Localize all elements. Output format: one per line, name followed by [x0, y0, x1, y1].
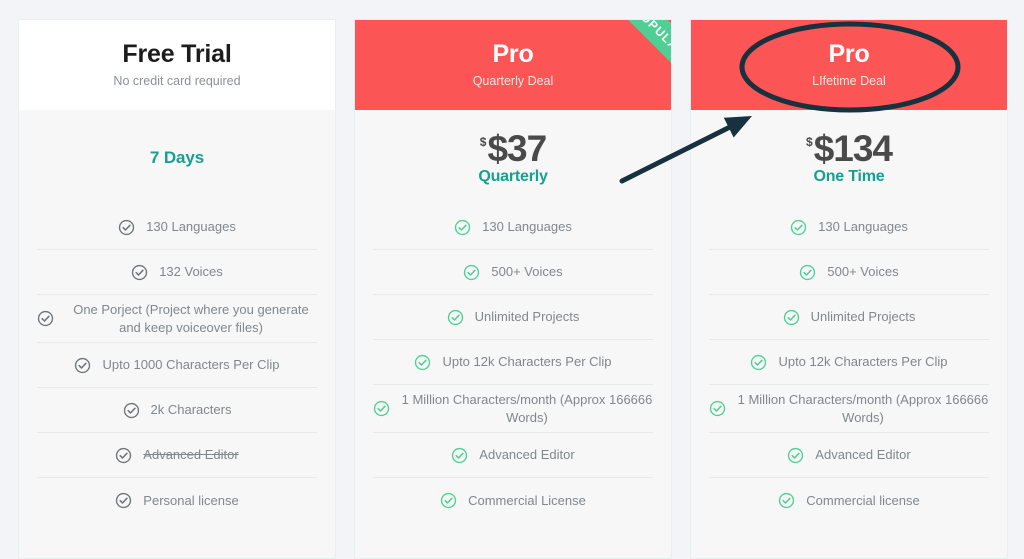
check-circle-icon — [464, 264, 480, 280]
feature-item: Upto 12k Characters Per Clip — [373, 340, 653, 385]
plan-subtitle: LIfetime Deal — [812, 74, 886, 89]
feature-label: Unlimited Projects — [810, 309, 916, 325]
feature-item: Unlimited Projects — [709, 295, 989, 340]
price-amount: $37 — [487, 127, 547, 169]
check-circle-icon — [119, 219, 135, 235]
feature-item: Commercial License — [373, 478, 653, 523]
feature-label: 2k Characters — [150, 402, 232, 418]
check-circle-icon — [37, 310, 54, 327]
feature-list-pro-lifetime: 130 Languages 500+ Voices Unlimited Proj… — [691, 205, 1007, 523]
feature-item: Commercial license — [709, 478, 989, 523]
card-header-pro-quarterly: Pro Quarterly Deal POPULAR — [355, 20, 671, 110]
check-circle-icon — [415, 354, 431, 370]
feature-label: 130 Languages — [146, 219, 236, 235]
feature-label: 132 Voices — [159, 264, 223, 280]
feature-label: 500+ Voices — [827, 264, 899, 280]
pricing-board: Free Trial No credit card required 7 Day… — [0, 0, 1024, 559]
plan-subtitle: Quarterly Deal — [472, 74, 554, 89]
price-row: $ $37 — [479, 127, 547, 169]
plan-title: Free Trial — [122, 39, 232, 68]
feature-item: Advanced Editor — [373, 433, 653, 479]
currency-symbol: $ — [479, 134, 487, 149]
feature-item: Unlimited Projects — [373, 295, 653, 340]
check-circle-icon — [116, 492, 132, 509]
check-circle-icon — [447, 309, 463, 325]
feature-label: Commercial license — [806, 492, 920, 508]
popular-ribbon-label: POPULAR — [631, 20, 671, 61]
billing-period: One Time — [813, 167, 885, 185]
feature-item: 132 Voices — [37, 250, 317, 295]
check-circle-icon — [751, 354, 767, 370]
check-circle-icon — [779, 492, 795, 509]
check-circle-icon — [709, 400, 726, 417]
feature-label: 500+ Voices — [491, 264, 563, 280]
feature-list-free-trial: 130 Languages 132 Voices One Porject (Pr… — [19, 205, 335, 523]
feature-item: 2k Characters — [37, 388, 317, 434]
feature-item: 500+ Voices — [709, 250, 989, 295]
feature-item: One Porject (Project where you generate … — [37, 295, 317, 344]
check-circle-icon — [75, 357, 91, 373]
feature-label: Upto 12k Characters Per Clip — [778, 354, 948, 370]
price-zone: $ $37 Quarterly — [355, 110, 671, 205]
check-circle-icon — [788, 447, 804, 463]
pricing-card-pro-lifetime[interactable]: Pro LIfetime Deal $ $134 One Time 130 La… — [690, 19, 1008, 559]
feature-label: Commercial License — [468, 492, 586, 508]
feature-label: Advanced Editor — [815, 447, 911, 463]
check-circle-icon — [452, 447, 468, 463]
popular-ribbon: POPULAR — [597, 20, 671, 95]
plan-title: Pro — [828, 39, 870, 68]
feature-label: Advanced Editor — [479, 447, 575, 463]
check-circle-icon — [373, 400, 390, 417]
check-circle-icon — [440, 492, 457, 509]
feature-item: Upto 12k Characters Per Clip — [709, 340, 989, 385]
feature-item: 130 Languages — [373, 205, 653, 250]
feature-label: 1 Million Characters/month (Approx 16666… — [401, 392, 653, 425]
feature-item: Upto 1000 Characters Per Clip — [37, 343, 317, 389]
price-row: $ $134 — [806, 127, 893, 169]
plan-subtitle: No credit card required — [113, 74, 241, 89]
trial-duration: 7 Days — [149, 147, 205, 167]
card-header-pro-lifetime: Pro LIfetime Deal — [691, 20, 1007, 110]
feature-label: Upto 12k Characters Per Clip — [442, 354, 612, 370]
price-amount: $134 — [813, 127, 893, 169]
check-circle-icon — [123, 402, 139, 418]
feature-label: 130 Languages — [818, 219, 908, 235]
feature-item: 130 Languages — [37, 205, 317, 250]
check-circle-icon — [800, 264, 816, 280]
check-circle-icon — [783, 309, 799, 325]
feature-item: 500+ Voices — [373, 250, 653, 295]
feature-label: Upto 1000 Characters Per Clip — [102, 357, 280, 373]
check-circle-icon — [791, 219, 807, 235]
feature-item: Advanced Editor — [709, 433, 989, 479]
plan-title: Pro — [492, 39, 534, 68]
currency-symbol: $ — [806, 134, 813, 149]
feature-list-pro-quarterly: 130 Languages 500+ Voices Unlimited Proj… — [355, 205, 671, 523]
check-circle-icon — [455, 219, 471, 235]
feature-label: Personal license — [143, 492, 239, 508]
feature-item: Personal license — [37, 478, 317, 523]
feature-label: 1 Million Characters/month (Approx 16666… — [737, 392, 989, 425]
feature-item: 1 Million Characters/month (Approx 16666… — [709, 385, 989, 434]
feature-label: Advanced Editor — [143, 447, 239, 463]
billing-period: Quarterly — [478, 167, 548, 185]
feature-label: Unlimited Projects — [474, 309, 580, 325]
feature-label: 130 Languages — [482, 219, 572, 235]
feature-item: 1 Million Characters/month (Approx 16666… — [373, 385, 653, 434]
pricing-card-free-trial[interactable]: Free Trial No credit card required 7 Day… — [18, 19, 336, 559]
price-zone: 7 Days — [19, 110, 335, 205]
price-zone: $ $134 One Time — [691, 110, 1007, 205]
feature-item: 130 Languages — [709, 205, 989, 250]
check-circle-icon — [132, 264, 148, 280]
card-header-free-trial: Free Trial No credit card required — [19, 20, 335, 110]
check-circle-icon — [116, 447, 132, 463]
feature-label: One Porject (Project where you generate … — [73, 302, 309, 335]
pricing-card-pro-quarterly[interactable]: Pro Quarterly Deal POPULAR $ $37 Quarter… — [354, 19, 672, 559]
feature-item: Advanced Editor — [37, 433, 317, 479]
